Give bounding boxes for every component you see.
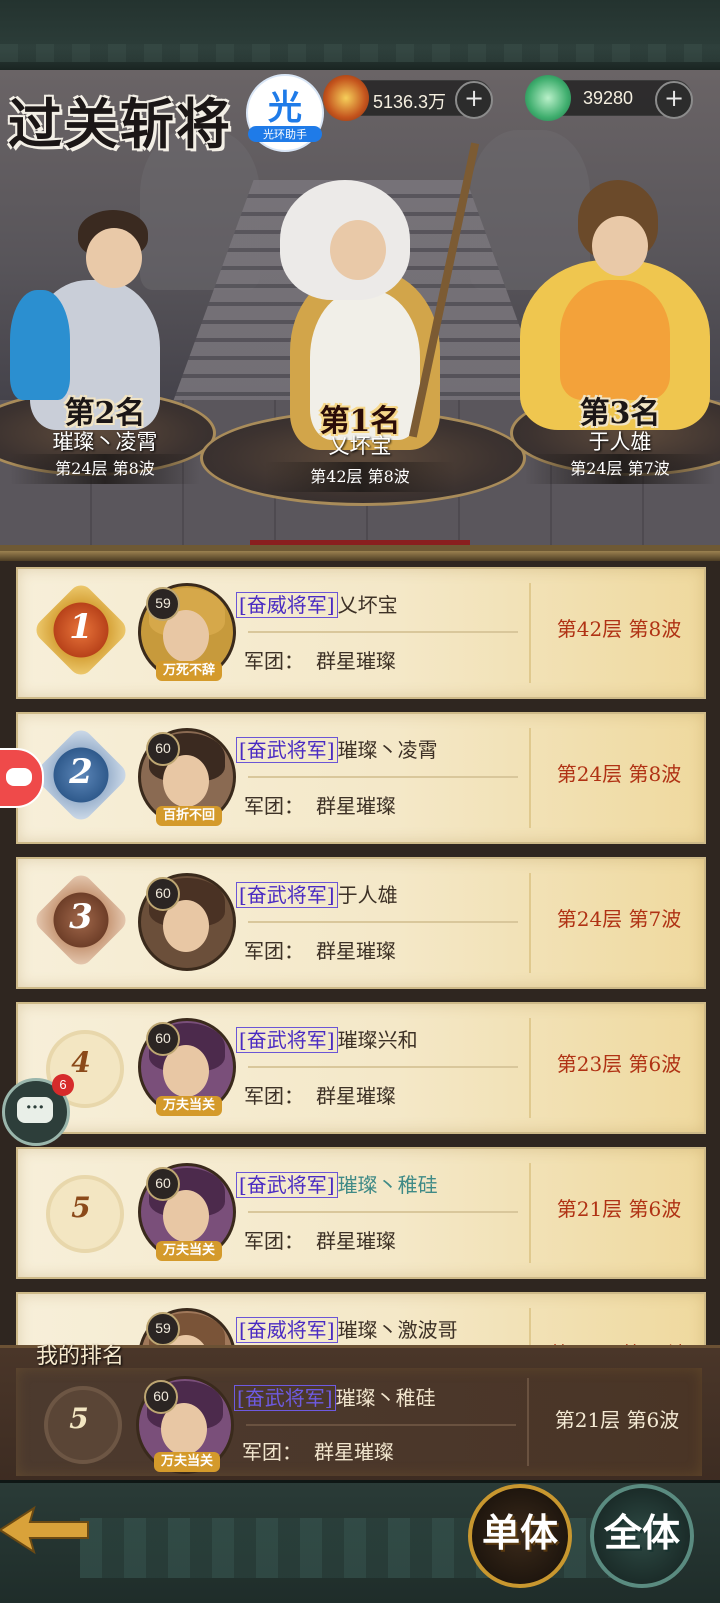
- ranking-row-4[interactable]: 4 60 万夫当关 [奋武将军] 璀璨兴和 军团： 群星璀璨 第23层 第6波: [16, 1002, 706, 1134]
- guild-label: 军团：: [244, 649, 304, 673]
- guild-name: 群星璀璨: [316, 649, 396, 673]
- level-badge: 60: [146, 1022, 180, 1056]
- rank-tag: [奋武将军]: [236, 1027, 338, 1053]
- rank-medal-1: 1: [31, 580, 131, 680]
- my-rank-row[interactable]: 5 60 万夫当关 [奋武将军] 璀璨丶稚硅 军团： 群星璀璨 第21层 第6波: [16, 1368, 702, 1476]
- podium-name-1: 乂坏宝: [328, 434, 392, 458]
- guild-name: 群星璀璨: [316, 1229, 396, 1253]
- podium-name-2: 璀璨丶凌霄: [52, 430, 158, 454]
- rank-tag: [奋威将军]: [236, 1317, 338, 1343]
- my-rank-panel: 我的排名 5 60 万夫当关 [奋武将军] 璀璨丶稚硅 军团： 群星璀璨 第21层…: [0, 1344, 720, 1483]
- level-badge: 60: [146, 732, 180, 766]
- top-frame: [0, 0, 720, 73]
- level-badge: 60: [146, 1167, 180, 1201]
- podium-progress-3: 第24层 第7波: [525, 454, 715, 484]
- floor-wave-progress: 第23层 第6波: [556, 1052, 682, 1076]
- ranking-row-1[interactable]: 1 59 万死不辞 [奋威将军] 乂坏宝 军团： 群星璀璨 第42层 第8波: [16, 567, 706, 699]
- page-title: 过关斩将: [8, 92, 232, 156]
- guild-name: 群星璀璨: [316, 1084, 396, 1108]
- jade-icon: [525, 75, 571, 121]
- back-arrow-icon[interactable]: [0, 1500, 90, 1560]
- podium-progress-1: 第42层 第8波: [265, 462, 455, 492]
- gold-currency: 5136.3万 +: [323, 75, 493, 121]
- level-badge: 60: [146, 877, 180, 911]
- player-name: 璀璨丶凌霄: [337, 738, 438, 762]
- title-ribbon: 百折不回: [156, 806, 222, 826]
- add-jade-button[interactable]: +: [655, 81, 693, 119]
- ranking-row-3[interactable]: 3 60 [奋武将军] 于人雄 军团： 群星璀璨 第24层 第7波: [16, 857, 706, 989]
- podium-name-3: 于人雄: [588, 430, 652, 454]
- guild-label: 军团：: [244, 1084, 304, 1108]
- level-badge: 59: [146, 1312, 180, 1346]
- rank-medal-2: 2: [31, 725, 131, 825]
- title-ribbon: 万夫当关: [156, 1096, 222, 1116]
- ranking-row-5[interactable]: 5 60 万夫当关 [奋武将军] 璀璨丶稚硅 军团： 群星璀璨 第21层 第6波: [16, 1147, 706, 1279]
- assistant-caption: 光环助手: [248, 126, 322, 142]
- player-name: 乂坏宝: [337, 593, 398, 617]
- guild-label: 军团：: [244, 794, 304, 818]
- add-gold-button[interactable]: +: [455, 81, 493, 119]
- player-title: [奋武将军] 于人雄: [236, 879, 398, 908]
- player-title: [奋威将军] 璀璨丶激波哥: [236, 1314, 458, 1343]
- jade-currency: 39280 +: [525, 75, 693, 121]
- all-ranking-button[interactable]: 全体: [590, 1484, 694, 1588]
- my-level-badge: 60: [144, 1380, 178, 1414]
- my-player-name: 璀璨丶稚硅: [335, 1386, 436, 1410]
- rank-tag: [奋武将军]: [236, 737, 338, 763]
- rank-tag: [奋武将军]: [236, 1172, 338, 1198]
- my-player-title: [奋武将军] 璀璨丶稚硅: [234, 1382, 436, 1411]
- player-title: [奋威将军] 乂坏宝: [236, 589, 398, 618]
- rank-tag: [奋武将军]: [236, 882, 338, 908]
- title-ribbon: 万死不辞: [156, 661, 222, 681]
- guild-name: 群星璀璨: [316, 794, 396, 818]
- player-title: [奋武将军] 璀璨兴和: [236, 1024, 418, 1053]
- player-name: 璀璨兴和: [337, 1028, 418, 1052]
- assistant-badge[interactable]: 光 光环助手: [246, 74, 324, 152]
- assistant-logo-icon: 光: [268, 88, 302, 128]
- my-rank-label: 我的排名: [36, 1344, 125, 1369]
- podium-progress-2: 第24层 第8波: [10, 454, 200, 484]
- player-title: [奋武将军] 璀璨丶凌霄: [236, 734, 438, 763]
- my-floor-wave-progress: 第21层 第6波: [554, 1408, 680, 1432]
- player-title: [奋武将军] 璀璨丶稚硅: [236, 1169, 438, 1198]
- guild-label: 军团：: [244, 939, 304, 963]
- player-name: 于人雄: [337, 883, 398, 907]
- guild-name: 群星璀璨: [316, 939, 396, 963]
- single-ranking-button[interactable]: 单体: [468, 1484, 572, 1588]
- floor-wave-progress: 第42层 第8波: [556, 617, 682, 641]
- my-rank-number: 5: [44, 1386, 122, 1464]
- chat-unread-badge: 6: [52, 1074, 74, 1096]
- my-guild-label: 军团：: [242, 1440, 302, 1464]
- gold-coin-icon: [323, 75, 369, 121]
- guild-label: 军团：: [244, 1229, 304, 1253]
- floor-wave-progress: 第24层 第8波: [556, 762, 682, 786]
- floor-wave-progress: 第21层 第6波: [556, 1197, 682, 1221]
- rank-tag: [奋威将军]: [236, 592, 338, 618]
- rank-number-5: 5: [46, 1175, 124, 1253]
- gold-value: 5136.3万: [373, 92, 447, 112]
- jade-value: 39280: [583, 88, 634, 108]
- my-rank-tag: [奋武将军]: [234, 1385, 336, 1411]
- rank-medal-3: 3: [31, 870, 131, 970]
- level-badge: 59: [146, 587, 180, 621]
- floor-wave-progress: 第24层 第7波: [556, 907, 682, 931]
- my-guild-name: 群星璀璨: [314, 1440, 394, 1464]
- player-name: 璀璨丶稚硅: [337, 1173, 438, 1197]
- chat-icon: ···: [17, 1097, 53, 1123]
- ranking-row-2[interactable]: 2 60 百折不回 [奋武将军] 璀璨丶凌霄 军团： 群星璀璨 第24层 第8波: [16, 712, 706, 844]
- title-ribbon: 万夫当关: [156, 1241, 222, 1261]
- my-title-ribbon: 万夫当关: [154, 1452, 220, 1472]
- player-name: 璀璨丶激波哥: [337, 1318, 458, 1342]
- game-controller-icon: [6, 768, 32, 786]
